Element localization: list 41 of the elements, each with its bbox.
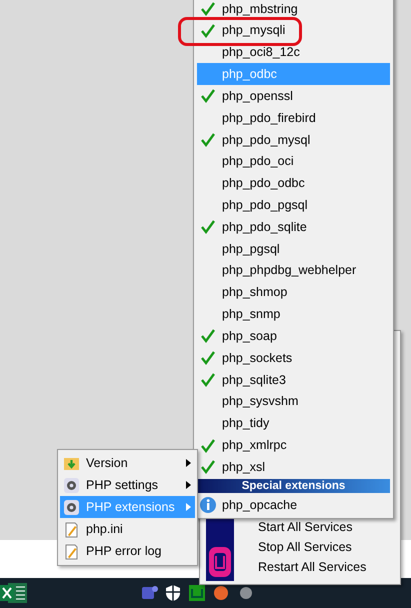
status-tray-icon[interactable] xyxy=(238,584,254,602)
menu-item[interactable]: php_phpdbg_webhelper xyxy=(197,260,390,282)
menu-item[interactable]: php_pdo_oci xyxy=(197,150,390,173)
menu-item[interactable]: php_tidy xyxy=(197,412,390,435)
gear-icon xyxy=(63,498,80,516)
menu-item[interactable]: PHP settings xyxy=(60,474,195,496)
chat-app-icon[interactable] xyxy=(140,584,158,602)
info-icon xyxy=(199,496,217,514)
menu-item[interactable]: php_pdo_pgsql xyxy=(197,194,390,216)
document-icon xyxy=(63,520,80,538)
menu-item[interactable]: php_mysqli xyxy=(197,20,390,42)
menu-item[interactable]: php_xmlrpc xyxy=(197,434,390,456)
menu-item[interactable]: Stop All Services xyxy=(240,537,366,557)
menu-item[interactable]: Start All Services xyxy=(240,517,366,537)
menu-item[interactable]: php_sockets xyxy=(197,347,390,370)
menu-item[interactable]: php_openssl xyxy=(197,85,390,108)
server-tray-icon[interactable] xyxy=(188,584,206,602)
section-header: Special extensions xyxy=(197,479,390,494)
menu-item[interactable]: php_oci8_12c xyxy=(197,42,390,64)
spreadsheet-app-icon[interactable] xyxy=(0,580,28,606)
menu-item[interactable]: Version xyxy=(60,452,195,474)
document-icon xyxy=(63,542,80,560)
menu-item[interactable]: php_xsl xyxy=(197,456,390,478)
menu-item[interactable]: php_soap xyxy=(197,325,390,348)
menu-item[interactable]: php_pdo_mysql xyxy=(197,128,390,151)
app-tray-icon[interactable] xyxy=(213,584,229,602)
menu-item[interactable]: php_sqlite3 xyxy=(197,369,390,391)
menu-item[interactable]: PHP error log xyxy=(60,540,195,562)
menu-item[interactable]: php_opcache xyxy=(197,494,390,516)
menu-item[interactable]: php_pgsql xyxy=(197,238,390,260)
menu-item[interactable]: php_pdo_odbc xyxy=(197,172,390,194)
menu-item[interactable]: php_pdo_firebird xyxy=(197,107,390,129)
menu-item[interactable]: php_shmop xyxy=(197,282,390,304)
menu-item[interactable]: php_pdo_sqlite xyxy=(197,216,390,238)
menu-item[interactable]: php_mbstring xyxy=(197,0,390,20)
shield-icon[interactable] xyxy=(165,584,181,602)
gear-icon xyxy=(63,476,80,494)
menu-item[interactable]: php_sysvshm xyxy=(197,390,390,413)
menu-item[interactable]: Restart All Services xyxy=(240,557,366,577)
menu-item[interactable]: php.ini xyxy=(60,518,195,540)
menu-item[interactable]: php_snmp xyxy=(197,304,390,326)
